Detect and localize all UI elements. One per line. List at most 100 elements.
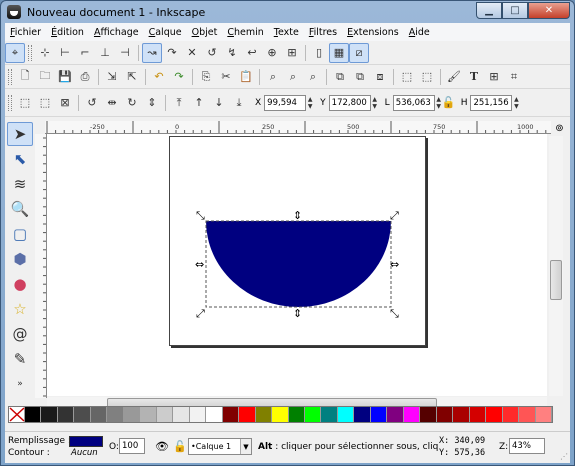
palette-swatch[interactable] [239, 407, 256, 422]
resize-handle-bottom-right[interactable]: ⤡ [390, 307, 399, 320]
vertical-scroll-thumb[interactable] [550, 260, 562, 300]
palette-swatch[interactable] [436, 407, 454, 422]
palette-swatch[interactable] [41, 407, 58, 422]
palette-swatch[interactable] [453, 407, 470, 422]
select-all-icon[interactable]: ⬚ [15, 93, 35, 113]
menu-objet[interactable]: Objet [187, 27, 223, 38]
raise-icon[interactable]: ↑ [189, 93, 209, 113]
palette-swatch[interactable] [57, 407, 75, 422]
palette-swatch[interactable] [272, 407, 289, 422]
align-distribute-icon[interactable]: ⊞ [484, 67, 504, 87]
resize-handle-bottom[interactable]: ⇕ [293, 307, 302, 320]
palette-swatch[interactable] [321, 407, 338, 422]
export-icon[interactable]: ⇱ [122, 67, 142, 87]
tweak-tool-icon[interactable]: ≋ [7, 172, 33, 196]
resize-handle-bottom-left[interactable]: ⤢ [196, 307, 205, 320]
spiral-tool-icon[interactable]: @ [7, 322, 33, 346]
snap-smooth-nodes-icon[interactable]: ↺ [202, 43, 222, 63]
palette-swatch[interactable] [519, 407, 536, 422]
raise-to-top-icon[interactable]: ⤒ [169, 93, 189, 113]
resize-handle-left[interactable]: ⇔ [195, 258, 204, 271]
snap-guides-icon[interactable]: ⧄ [349, 42, 369, 63]
snap-text-baseline-icon[interactable]: ⊞ [282, 43, 302, 63]
palette-swatch[interactable] [535, 407, 552, 422]
toolbar-grip[interactable] [28, 44, 32, 61]
menu-filtres[interactable]: Filtres [304, 27, 342, 38]
x-input[interactable]: 99,594 [264, 94, 307, 111]
menu-chemin[interactable]: Chemin [222, 27, 268, 38]
palette-swatch[interactable] [156, 407, 174, 422]
palette-swatch[interactable] [222, 407, 240, 422]
y-spin-arrows[interactable]: ▲ ▼ [371, 95, 379, 111]
snap-bbox-edge-icon[interactable]: ⊢ [55, 43, 75, 63]
resize-handle-top-right[interactable]: ⤢ [390, 209, 399, 222]
paste-icon[interactable]: 📋 [236, 67, 256, 87]
layer-visibility-eye-icon[interactable]: 👁 [155, 440, 169, 453]
resize-handle-top[interactable]: ⇕ [293, 209, 302, 222]
zoom-input[interactable]: 43% [509, 438, 545, 454]
maximize-button[interactable]: □ [502, 2, 528, 19]
snap-bbox-icon[interactable]: ⊹ [35, 43, 55, 63]
resize-handle-top-left[interactable]: ⤡ [196, 209, 205, 222]
node-tool-icon[interactable]: ⬉ [7, 147, 33, 171]
menu-affichage[interactable]: Affichage [89, 27, 144, 38]
palette-swatch[interactable] [304, 407, 322, 422]
save-icon[interactable]: 💾 [55, 67, 75, 87]
palette-swatch[interactable] [288, 407, 305, 422]
height-input[interactable]: 251,156 [470, 94, 513, 111]
menu-aide[interactable]: Aide [404, 27, 435, 38]
palette-swatch[interactable] [140, 407, 157, 422]
palette-swatch[interactable] [189, 407, 207, 422]
duplicate-icon[interactable]: ⧉ [330, 67, 350, 87]
copy-icon[interactable]: ⎘ [196, 67, 216, 87]
fill-stroke-icon[interactable]: 🖌 [444, 67, 464, 87]
title-bar[interactable]: Nouveau document 1 - Inkscape ▁ □ ✕ [1, 1, 574, 23]
palette-swatch[interactable] [74, 407, 91, 422]
pencil-tool-icon[interactable]: ✎ [7, 347, 33, 371]
ellipse-tool-icon[interactable]: ● [7, 272, 33, 296]
deselect-icon[interactable]: ⊠ [55, 93, 75, 113]
palette-swatch[interactable] [25, 407, 42, 422]
rotate-cw-icon[interactable]: ↻ [122, 93, 142, 113]
fill-indicator[interactable] [69, 436, 103, 447]
flip-vertical-icon[interactable]: ⇕ [142, 93, 162, 113]
text-font-icon[interactable]: T [464, 67, 484, 87]
minimize-button[interactable]: ▁ [476, 2, 502, 19]
star-tool-icon[interactable]: ☆ [7, 297, 33, 321]
width-input[interactable]: 536,063 [392, 94, 435, 111]
undo-icon[interactable]: ↶ [149, 67, 169, 87]
palette-swatch[interactable] [354, 407, 371, 422]
group-icon[interactable]: ⬚ [397, 67, 417, 87]
window-resize-grip[interactable]: ⋰ [560, 452, 568, 461]
snap-object-center-icon[interactable]: ↩ [242, 43, 262, 63]
opacity-input[interactable]: 100 [119, 438, 145, 454]
palette-swatch[interactable] [469, 407, 487, 422]
palette-swatch[interactable] [420, 407, 437, 422]
zoom-drawing-icon[interactable]: ⌕ [283, 67, 303, 87]
palette-swatch[interactable] [90, 407, 108, 422]
palette-swatch[interactable] [255, 407, 273, 422]
y-input[interactable]: 172,800 [328, 94, 371, 111]
snap-nodes-icon[interactable]: ↝ [142, 42, 162, 63]
zoom-selection-icon[interactable]: ⌕ [263, 67, 283, 87]
vertical-ruler[interactable] [35, 134, 47, 398]
xml-editor-icon[interactable]: ⌗ [504, 67, 524, 87]
palette-swatch[interactable] [370, 407, 388, 422]
toolbar-grip[interactable] [8, 68, 12, 85]
vertical-scrollbar[interactable] [549, 136, 563, 396]
height-spin-arrows[interactable]: ▲ ▼ [512, 95, 520, 111]
lock-proportions-icon[interactable]: 🔓 [442, 93, 456, 113]
zoom-tool-icon[interactable]: 🔍 [7, 197, 33, 221]
new-document-icon[interactable]: 🗋 [15, 67, 35, 87]
snap-paths-icon[interactable]: ↷ [162, 43, 182, 63]
select-all-layers-icon[interactable]: ⬚ [35, 93, 55, 113]
palette-swatch[interactable] [337, 407, 355, 422]
palette-swatch[interactable] [502, 407, 520, 422]
snap-intersections-icon[interactable]: ✕ [182, 43, 202, 63]
menu-calque[interactable]: Calque [144, 27, 187, 38]
palette-swatch[interactable] [123, 407, 141, 422]
palette-swatch[interactable] [387, 407, 404, 422]
zoom-correction-icon[interactable]: ⊚ [551, 121, 568, 136]
layer-lock-icon[interactable]: 🔓 [173, 440, 187, 453]
print-icon[interactable]: ⎙ [75, 67, 95, 87]
